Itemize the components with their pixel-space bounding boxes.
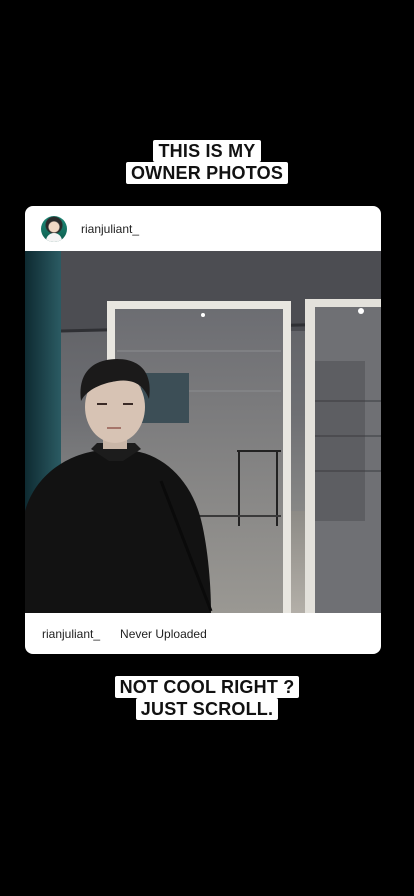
top-caption-line-2: OWNER PHOTOS (125, 162, 289, 184)
bottom-caption-line-2: JUST SCROLL. (135, 698, 279, 720)
photo-illustration (25, 251, 381, 613)
post-username[interactable]: rianjuliant_ (81, 222, 139, 236)
person-eye (123, 403, 133, 405)
profile-avatar-icon[interactable] (41, 215, 67, 242)
post-header: rianjuliant_ (25, 206, 381, 251)
person-mouth (107, 427, 121, 429)
post-card[interactable]: rianjuliant_ rianjuliant_ Never Uploaded (25, 206, 381, 654)
reflection-wall (315, 361, 365, 521)
top-caption: THIS IS MY OWNER PHOTOS (0, 140, 414, 184)
bottom-caption-line-1: NOT COOL RIGHT ? (114, 676, 300, 698)
bottom-caption: NOT COOL RIGHT ? JUST SCROLL. (0, 676, 414, 720)
footer-username[interactable]: rianjuliant_ (42, 627, 100, 641)
ceiling-light (358, 308, 364, 314)
person-eye (97, 403, 107, 405)
top-caption-line-1: THIS IS MY (153, 140, 261, 162)
post-photo[interactable] (25, 251, 381, 613)
ceiling-light (201, 313, 205, 317)
upload-status: Never Uploaded (120, 626, 207, 641)
post-footer: rianjuliant_ Never Uploaded (25, 613, 381, 654)
